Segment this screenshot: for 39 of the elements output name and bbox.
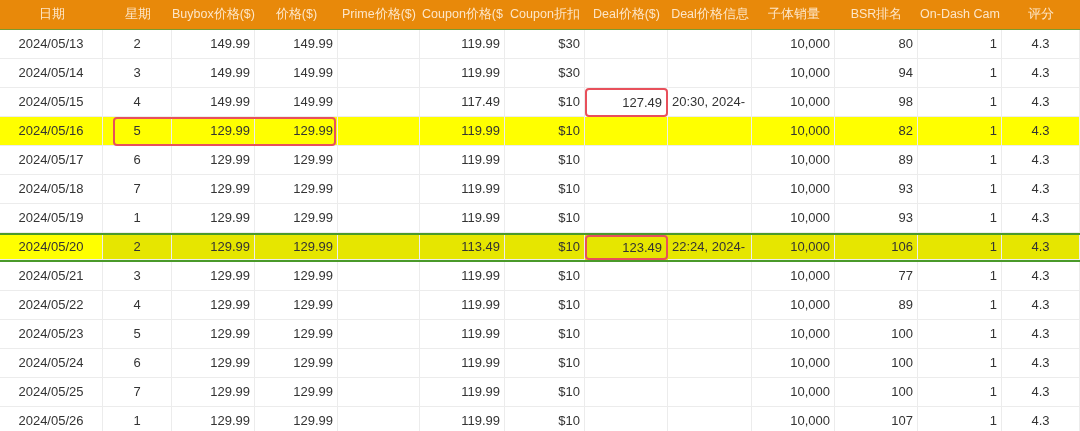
table-cell: 4.3 [1002, 407, 1080, 431]
table-cell: 149.99 [255, 88, 338, 117]
table-cell: 1 [918, 407, 1002, 431]
table-cell: 129.99 [172, 407, 255, 431]
column-header: Coupon折扣 [509, 6, 581, 24]
table-cell: 2024/05/26 [0, 407, 103, 431]
column-header: 日期 [37, 6, 66, 24]
table-cell: 127.49 [585, 88, 668, 117]
table-cell: 4 [103, 88, 172, 117]
table-cell: $10 [505, 235, 585, 260]
column-header: 价格($) [274, 6, 319, 24]
table-cell: 129.99 [255, 235, 338, 260]
table-cell: 106 [835, 235, 918, 260]
table-cell: 107 [835, 407, 918, 431]
column-header: 评分 [1027, 6, 1055, 24]
column-header: Buybox价格($) [172, 6, 255, 24]
column-header: 子体销量 [766, 6, 821, 24]
table-cell: 2 [103, 235, 172, 260]
column-header: BSR排名 [849, 6, 904, 24]
table-cell: 10,000 [752, 235, 835, 260]
table-cell: 113.49 [420, 235, 505, 260]
table-cell: 119.99 [420, 407, 505, 431]
table-cell: 1 [918, 235, 1002, 260]
column-header: Deal价格($) [592, 6, 661, 24]
table-cell: $10 [505, 407, 585, 431]
table-cell: 4.3 [1002, 235, 1080, 260]
table-cell: 1 [103, 407, 172, 431]
table-cell: 2024/05/20 [0, 235, 103, 260]
column-header: Prime价格($) [341, 6, 417, 24]
table-cell: 129.99 [255, 407, 338, 431]
table-cell: 22:24, 2024- [668, 235, 752, 260]
table-cell: 129.99 [172, 235, 255, 260]
column-header: 星期 [123, 6, 152, 24]
column-header: Coupon价格($ [421, 6, 504, 24]
column-header: On-Dash Cam [919, 6, 1001, 24]
table-cell: 149.99 [172, 88, 255, 117]
column-header: Deal价格信息 [670, 6, 750, 24]
table-cell: 10,000 [752, 407, 835, 431]
table-cell: 123.49 [585, 235, 668, 260]
